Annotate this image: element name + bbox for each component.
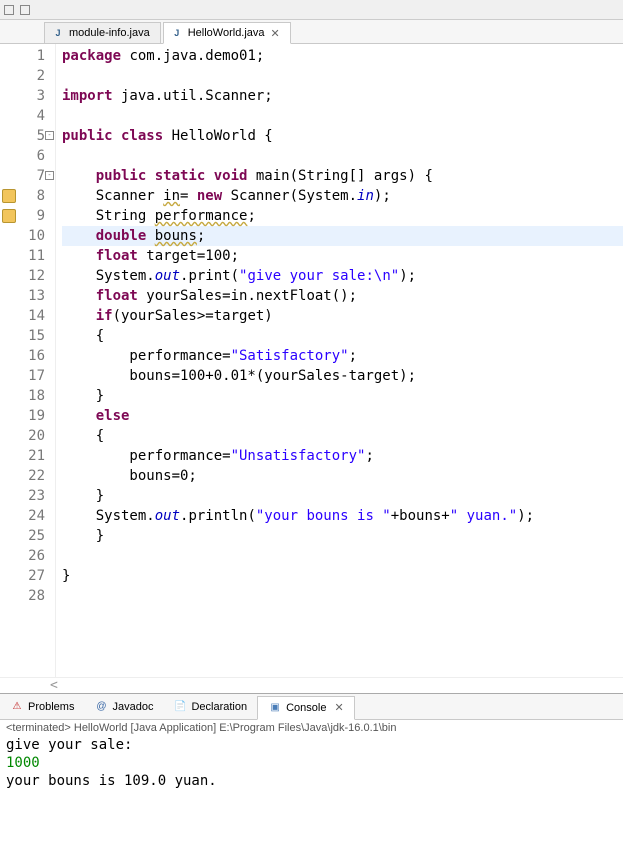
warning-marker-icon xyxy=(2,189,16,203)
line-number: 5- xyxy=(0,126,45,146)
line-number: 14 xyxy=(0,306,45,326)
line-number: 27 xyxy=(0,566,45,586)
line-gutter: 12345-67-8910111213141516171819202122232… xyxy=(0,44,56,677)
code-line[interactable] xyxy=(62,106,623,126)
bottom-tab-declaration[interactable]: 📄 Declaration xyxy=(163,696,257,718)
code-line[interactable] xyxy=(62,546,623,566)
code-line[interactable]: { xyxy=(62,326,623,346)
declaration-icon: 📄 xyxy=(173,700,187,714)
java-file-icon: J xyxy=(51,26,65,40)
line-number: 18 xyxy=(0,386,45,406)
code-line[interactable]: package com.java.demo01; xyxy=(62,46,623,66)
line-number: 7- xyxy=(0,166,45,186)
line-number: 6 xyxy=(0,146,45,166)
line-number: 1 xyxy=(0,46,45,66)
console-header: <terminated> HelloWorld [Java Applicatio… xyxy=(0,720,623,736)
code-line[interactable]: if(yourSales>=target) xyxy=(62,306,623,326)
code-line[interactable]: } xyxy=(62,486,623,506)
warning-marker-icon xyxy=(2,209,16,223)
bottom-tabs: ⚠ Problems @ Javadoc 📄 Declaration ▣ Console ✕ xyxy=(0,694,623,720)
line-number: 2 xyxy=(0,66,45,86)
code-line[interactable]: public static void main(String[] args) { xyxy=(62,166,623,186)
line-number: 25 xyxy=(0,526,45,546)
console-line: 1000 xyxy=(6,754,617,772)
code-line[interactable] xyxy=(62,146,623,166)
line-number: 10 xyxy=(0,226,45,246)
code-line[interactable]: float yourSales=in.nextFloat(); xyxy=(62,286,623,306)
console-icon: ▣ xyxy=(268,701,282,715)
editor-area: 12345-67-8910111213141516171819202122232… xyxy=(0,44,623,677)
line-number: 4 xyxy=(0,106,45,126)
line-number: 17 xyxy=(0,366,45,386)
bottom-tab-problems[interactable]: ⚠ Problems xyxy=(0,696,84,718)
code-line[interactable] xyxy=(62,66,623,86)
code-line[interactable]: import java.util.Scanner; xyxy=(62,86,623,106)
code-line[interactable]: performance="Satisfactory"; xyxy=(62,346,623,366)
bottom-tab-label: Console xyxy=(286,702,326,714)
code-line[interactable]: System.out.print("give your sale:\n"); xyxy=(62,266,623,286)
code-line[interactable]: { xyxy=(62,426,623,446)
bottom-tab-label: Problems xyxy=(28,701,74,713)
line-number: 24 xyxy=(0,506,45,526)
javadoc-icon: @ xyxy=(94,700,108,714)
code-line[interactable]: float target=100; xyxy=(62,246,623,266)
tab-label: HelloWorld.java xyxy=(188,27,265,39)
bottom-tab-label: Declaration xyxy=(191,701,247,713)
code-line[interactable]: String performance; xyxy=(62,206,623,226)
java-file-icon: J xyxy=(170,26,184,40)
bottom-tab-javadoc[interactable]: @ Javadoc xyxy=(84,696,163,718)
line-number: 16 xyxy=(0,346,45,366)
code-line[interactable]: bouns=100+0.01*(yourSales-target); xyxy=(62,366,623,386)
code-line[interactable]: } xyxy=(62,566,623,586)
bottom-tab-label: Javadoc xyxy=(112,701,153,713)
fold-toggle-icon[interactable]: - xyxy=(45,131,54,140)
code-line[interactable]: } xyxy=(62,386,623,406)
close-icon[interactable]: ✕ xyxy=(271,27,280,40)
console-body[interactable]: give your sale:1000your bouns is 109.0 y… xyxy=(0,736,623,843)
editor-tab[interactable]: J HelloWorld.java ✕ xyxy=(163,22,291,44)
line-number: 9 xyxy=(0,206,45,226)
code-line[interactable]: } xyxy=(62,526,623,546)
minimize-icon[interactable] xyxy=(4,5,14,15)
maximize-icon[interactable] xyxy=(20,5,30,15)
code-line[interactable]: double bouns; xyxy=(62,226,623,246)
line-number: 22 xyxy=(0,466,45,486)
line-number: 19 xyxy=(0,406,45,426)
code-line[interactable]: bouns=0; xyxy=(62,466,623,486)
close-icon[interactable]: ✕ xyxy=(334,701,343,714)
code-line[interactable] xyxy=(62,586,623,606)
line-number: 11 xyxy=(0,246,45,266)
hscroll-indicator[interactable]: < xyxy=(0,677,623,693)
line-number: 3 xyxy=(0,86,45,106)
code-line[interactable]: Scanner in= new Scanner(System.in); xyxy=(62,186,623,206)
code-line[interactable]: System.out.println("your bouns is "+boun… xyxy=(62,506,623,526)
line-number: 23 xyxy=(0,486,45,506)
line-number: 26 xyxy=(0,546,45,566)
window-toolbar xyxy=(0,0,623,20)
line-number: 15 xyxy=(0,326,45,346)
fold-toggle-icon[interactable]: - xyxy=(45,171,54,180)
editor-tabs: Jmodule-info.javaJHelloWorld.java✕ xyxy=(0,20,623,44)
console-line: your bouns is 109.0 yuan. xyxy=(6,772,617,790)
tab-label: module-info.java xyxy=(69,27,150,39)
line-number: 13 xyxy=(0,286,45,306)
line-number: 28 xyxy=(0,586,45,606)
editor-tab[interactable]: Jmodule-info.java xyxy=(44,22,161,43)
line-number: 21 xyxy=(0,446,45,466)
code-body[interactable]: package com.java.demo01; import java.uti… xyxy=(56,44,623,677)
console-line: give your sale: xyxy=(6,736,617,754)
line-number: 20 xyxy=(0,426,45,446)
bottom-tab-console[interactable]: ▣ Console ✕ xyxy=(257,696,355,720)
bottom-panel: ⚠ Problems @ Javadoc 📄 Declaration ▣ Console ✕ <… xyxy=(0,693,623,843)
line-number: 12 xyxy=(0,266,45,286)
problems-icon: ⚠ xyxy=(10,700,24,714)
line-number: 8 xyxy=(0,186,45,206)
code-line[interactable]: else xyxy=(62,406,623,426)
code-line[interactable]: performance="Unsatisfactory"; xyxy=(62,446,623,466)
code-line[interactable]: public class HelloWorld { xyxy=(62,126,623,146)
